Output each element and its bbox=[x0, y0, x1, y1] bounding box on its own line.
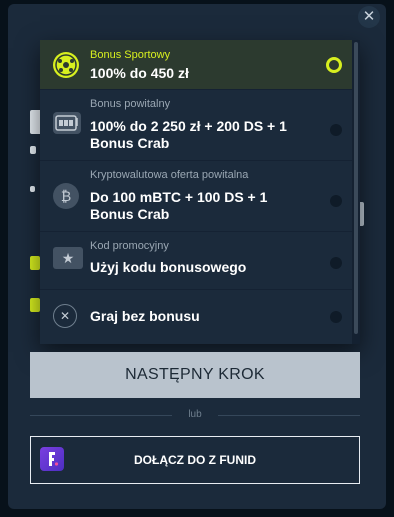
option-title: 100% do 450 zł bbox=[90, 65, 189, 81]
no-bonus-icon: ✕ bbox=[53, 304, 77, 328]
option-subtitle: Bonus Sportowy bbox=[90, 49, 171, 61]
bitcoin-icon: ₿ bbox=[53, 183, 79, 209]
background-checkbox bbox=[30, 298, 40, 312]
option-subtitle: Kod promocyjny bbox=[90, 240, 169, 252]
option-title: Graj bez bonusu bbox=[90, 308, 200, 324]
slot-machine-icon bbox=[53, 112, 81, 134]
scrollbar-thumb[interactable] bbox=[354, 42, 358, 334]
option-title: Użyj kodu bonusowego bbox=[90, 259, 247, 275]
radio-unselected[interactable] bbox=[330, 311, 342, 323]
option-subtitle: Bonus powitalny bbox=[90, 98, 171, 110]
bonus-option-welcome[interactable]: Bonus powitalny 100% do 2 250 zł + 200 D… bbox=[40, 90, 352, 160]
football-icon bbox=[53, 52, 79, 78]
option-subtitle: Kryptowalutowa oferta powitalna bbox=[90, 169, 249, 181]
radio-selected[interactable] bbox=[326, 57, 342, 73]
radio-unselected[interactable] bbox=[330, 195, 342, 207]
bonus-option-none[interactable]: ✕ Graj bez bonusu bbox=[40, 290, 352, 344]
bonus-dropdown: Bonus Sportowy 100% do 450 zł Bonus powi… bbox=[40, 40, 360, 344]
background-label-fragment bbox=[30, 186, 35, 192]
bonus-option-crypto[interactable]: ₿ Kryptowalutowa oferta powitalna Do 100… bbox=[40, 161, 352, 231]
close-icon[interactable]: ✕ bbox=[358, 6, 380, 28]
background-text-fragment bbox=[30, 146, 36, 154]
background-checkbox bbox=[30, 256, 40, 270]
option-title: 100% do 2 250 zł + 200 DS + 1 Bonus Crab bbox=[90, 118, 287, 151]
radio-unselected[interactable] bbox=[330, 257, 342, 269]
bonus-option-sport[interactable]: Bonus Sportowy 100% do 450 zł bbox=[40, 40, 352, 89]
radio-unselected[interactable] bbox=[330, 124, 342, 136]
bonus-option-promo-code[interactable]: ★ Kod promocyjny Użyj kodu bonusowego bbox=[40, 232, 352, 289]
join-funid-button[interactable]: DOŁĄCZ DO Z FUNID bbox=[30, 436, 360, 484]
option-title: Do 100 mBTC + 100 DS + 1 Bonus Crab bbox=[90, 189, 268, 222]
divider: lub bbox=[30, 408, 360, 422]
bonus-modal: ✕ Bonus Sportowy 100% do 450 zł Bonus po… bbox=[8, 4, 386, 509]
dropdown-scrollbar[interactable] bbox=[352, 40, 360, 344]
ticket-star-icon: ★ bbox=[53, 247, 83, 269]
divider-line-right bbox=[218, 415, 360, 416]
next-step-button[interactable]: NASTĘPNY KROK bbox=[30, 352, 360, 398]
join-funid-label: DOŁĄCZ DO Z FUNID bbox=[134, 453, 256, 467]
